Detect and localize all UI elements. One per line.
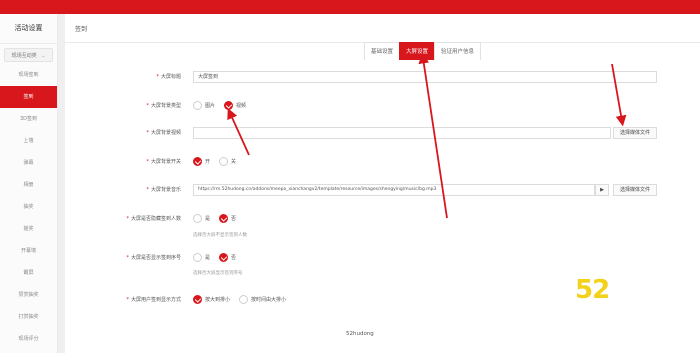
arrow-to-video-radio xyxy=(227,108,250,156)
annotation-arrows xyxy=(227,52,627,219)
arrow-to-select-media xyxy=(611,63,627,127)
arrow-to-screen-tab xyxy=(418,52,448,219)
